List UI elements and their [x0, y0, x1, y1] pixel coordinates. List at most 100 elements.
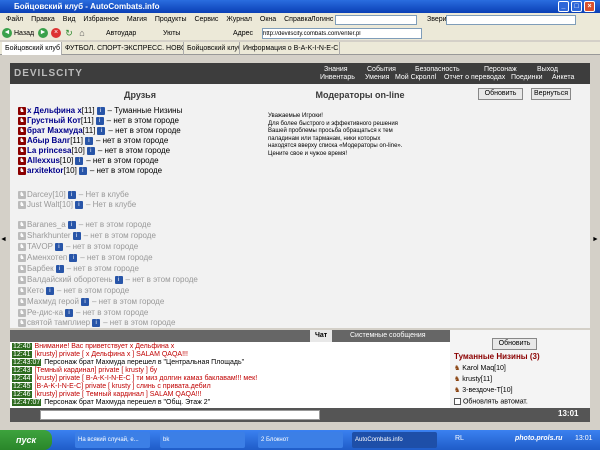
utoty-label[interactable]: Уюты: [163, 27, 180, 40]
checkbox-icon[interactable]: [454, 398, 461, 405]
nav-fights[interactable]: Поединки: [511, 74, 543, 81]
chat-line[interactable]: 12:43:07 Персонаж брат Махмуда перешел в …: [12, 359, 244, 367]
friend-name[interactable]: x Дельфина x: [27, 106, 82, 115]
back-arrow-icon[interactable]: ◄: [2, 28, 12, 38]
room-user-1[interactable]: ♞ Karol Maq[10]: [454, 364, 506, 372]
menu-view[interactable]: Вид: [63, 16, 76, 23]
tab-info[interactable]: Информация о B-A-K-I-N-E-C: [240, 42, 340, 55]
chat-line[interactable]: 12:47:07 Персонаж брат Махмуда перешел в …: [12, 399, 210, 407]
chat-timestamp[interactable]: 12:43:07: [12, 359, 42, 366]
friend-name[interactable]: Baranes_a: [27, 220, 66, 229]
nav-exit[interactable]: Выход: [537, 66, 558, 73]
task-4[interactable]: AutoCombats.info: [352, 432, 437, 448]
friend-name[interactable]: Валдайский оборотень: [27, 275, 113, 284]
chat-line[interactable]: 12:43 [Темный кардинал] private [ krusty …: [12, 367, 157, 375]
friend-row[interactable]: ♞ La princesa[10] i – нет в этом городе: [18, 146, 170, 156]
friend-row[interactable]: ♞ TAVOP i – нет в этом городе: [18, 242, 138, 252]
info-icon[interactable]: i: [80, 297, 89, 306]
left-scroll-icon[interactable]: ◄: [0, 236, 7, 243]
home-icon[interactable]: ⌂: [77, 28, 87, 38]
menu-help[interactable]: Справка: [284, 16, 311, 23]
friend-name[interactable]: Барбек: [27, 264, 54, 273]
info-icon[interactable]: i: [65, 308, 74, 317]
chat-timestamp[interactable]: 12:40: [12, 343, 32, 350]
friend-name[interactable]: Sharkhunter: [27, 231, 71, 240]
friend-row[interactable]: ♞ arxitektor[10] i – нет в этом городе: [18, 166, 162, 176]
info-icon[interactable]: i: [86, 146, 95, 155]
room-refresh-button[interactable]: Обновить: [492, 338, 537, 350]
friend-row[interactable]: ♞ Барбек i – нет в этом городе: [18, 264, 139, 274]
nav-events[interactable]: События: [367, 66, 396, 73]
task-2[interactable]: bk: [160, 432, 245, 448]
menu-file[interactable]: Файл: [6, 16, 23, 23]
tab-bk[interactable]: Бойцовский клуб: [2, 42, 62, 55]
friend-row[interactable]: ♞ Sharkhunter i – нет в этом городе: [18, 231, 156, 241]
friend-name[interactable]: Аменхотеп: [27, 253, 67, 262]
friend-name[interactable]: Just Walt: [27, 200, 60, 209]
friend-row[interactable]: ♞ брат Махмуда[11] i – нет в этом городе: [18, 126, 181, 136]
friend-name[interactable]: Махмуд герой: [27, 297, 79, 306]
chat-input[interactable]: [40, 410, 320, 420]
menu-service[interactable]: Сервис: [194, 16, 218, 23]
menu-windows[interactable]: Окна: [260, 16, 276, 23]
start-button[interactable]: пуск: [0, 430, 52, 450]
back-label[interactable]: Назад: [14, 27, 34, 40]
friend-name[interactable]: брат Махмуда: [27, 126, 83, 135]
right-scroll-icon[interactable]: ►: [592, 236, 599, 243]
info-icon[interactable]: i: [55, 264, 64, 273]
nav-character[interactable]: Персонаж: [484, 66, 517, 73]
room-user-3[interactable]: ♞ 3-вездоче-Т[10]: [454, 386, 513, 394]
friend-row[interactable]: ♞ Грустный Кот[11] i – нет в этом городе: [18, 116, 179, 126]
address-input[interactable]: [262, 28, 422, 39]
info-icon[interactable]: i: [74, 200, 83, 209]
info-icon[interactable]: i: [69, 253, 78, 262]
info-icon[interactable]: i: [45, 286, 54, 295]
chat-timestamp[interactable]: 12:41: [12, 351, 32, 358]
info-icon[interactable]: i: [54, 242, 63, 251]
chat-line[interactable]: 12:45 [B-A-K-I-N-E-C] private [ krusty ] …: [12, 383, 211, 391]
info-icon[interactable]: i: [92, 318, 101, 327]
friend-row[interactable]: ♞ Кето i – нет в этом городе: [18, 286, 129, 296]
back-button[interactable]: Вернуться: [531, 88, 571, 100]
nav-inventory[interactable]: Инвентарь: [320, 74, 355, 81]
info-icon[interactable]: i: [95, 116, 104, 125]
stop-icon[interactable]: ×: [51, 28, 61, 38]
info-icon[interactable]: i: [97, 126, 106, 135]
forward-arrow-icon[interactable]: ►: [38, 28, 48, 38]
chat-timestamp[interactable]: 12:47:07: [12, 399, 42, 406]
tab-chat[interactable]: Чат: [310, 330, 333, 342]
info-icon[interactable]: i: [84, 136, 93, 145]
friend-row[interactable]: ♞ Darcey[10] i – Нет в клубе: [18, 190, 129, 200]
refresh-button[interactable]: Обновить: [478, 88, 523, 100]
friend-row[interactable]: ♞ Allexxus[10] i – нет в этом городе: [18, 156, 159, 166]
zveri-input[interactable]: [446, 15, 576, 25]
friend-name[interactable]: La princesa: [27, 146, 71, 155]
info-icon[interactable]: i: [114, 275, 123, 284]
chat-timestamp[interactable]: 12:46: [12, 391, 32, 398]
info-icon[interactable]: i: [72, 231, 81, 240]
chat-line[interactable]: 12:41 [krusty] private [ x Дельфина x ] S…: [12, 351, 188, 359]
chat-line[interactable]: 12:46 [krusty] private [ Темный кардинал …: [12, 391, 201, 399]
logins-input[interactable]: [335, 15, 417, 25]
tab-bk-2[interactable]: Бойцовский клуб: [184, 42, 240, 55]
info-icon[interactable]: i: [75, 156, 84, 165]
menu-edit[interactable]: Правка: [31, 16, 55, 23]
info-icon[interactable]: i: [78, 166, 87, 175]
menu-favorites[interactable]: Избранное: [83, 16, 118, 23]
minimize-button[interactable]: _: [558, 1, 569, 12]
refresh-icon[interactable]: ↻: [64, 28, 74, 38]
friend-name[interactable]: arxitektor: [27, 166, 63, 175]
friend-row[interactable]: ♞ Валдайский оборотень i – нет в этом город…: [18, 275, 198, 285]
friend-row[interactable]: ♞ Ре-дис-ка i – нет в этом городе: [18, 308, 148, 318]
friend-name[interactable]: Allexxus: [27, 156, 60, 165]
friend-name[interactable]: святой тамплиер: [27, 318, 90, 327]
menu-magic[interactable]: Магия: [127, 16, 147, 23]
task-1[interactable]: На всякий случай, е...: [75, 432, 150, 448]
friend-name[interactable]: Кето: [27, 286, 44, 295]
info-icon[interactable]: i: [96, 106, 105, 115]
menu-products[interactable]: Продукты: [155, 16, 187, 23]
tab-football[interactable]: ФУТБОЛ. СПОРТ-ЭКСПРЕСС. НОВОС...: [62, 42, 184, 55]
room-user-2[interactable]: ♞ krusty[11]: [454, 375, 492, 383]
nav-knowledge[interactable]: Знания: [324, 66, 348, 73]
tab-system-messages[interactable]: Системные сообщения: [345, 330, 431, 342]
